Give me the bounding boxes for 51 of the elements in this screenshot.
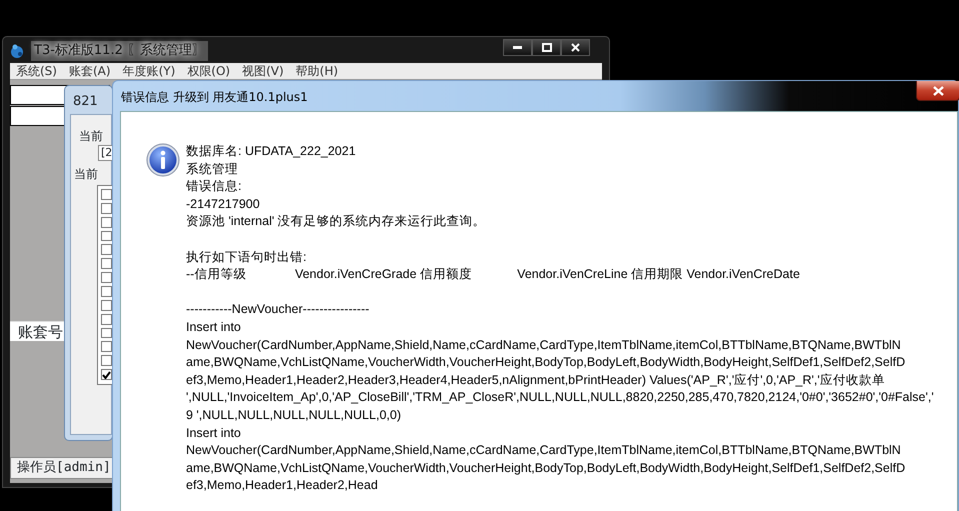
message-line: 执行如下语句时出错: xyxy=(186,248,306,266)
message-line: ef3,Memo,Header1,Header2,Header3,Header4,Header5,nAlignment,bPrintHeader) Values('AP_R','应付',0,'AP_R','应付收款单 xyxy=(186,372,885,389)
message-line: ',NULL,'InvoiceItem_Ap',0,'AP_CloseBill','TRM_AP_CloseR',NULL,NULL,NULL,8820,2250,285,470,7820,2124,'0#0','3652#0','0#False',' xyxy=(186,389,934,406)
field-label: 当前 xyxy=(74,166,98,183)
message-line: ef3,Memo,Header1,Header2,Head xyxy=(186,477,378,494)
checkbox[interactable] xyxy=(101,202,112,214)
checkbox[interactable] xyxy=(101,258,112,270)
checkbox[interactable] xyxy=(101,341,112,352)
message-line: Insert into xyxy=(186,318,241,336)
window-title: T3-标准版11.2 〖系统管理〗 xyxy=(31,41,208,60)
menu-item[interactable]: 帮助(H) xyxy=(290,64,344,78)
checkbox[interactable] xyxy=(101,355,112,366)
menu-item[interactable]: 权限(O) xyxy=(181,64,236,78)
message-line: 数据库名: UFDATA_222_2021 xyxy=(186,143,356,160)
message-line: Insert into xyxy=(186,424,241,442)
message-line: 9 ',NULL,NULL,NULL,NULL,NULL,0,0) xyxy=(186,406,401,424)
menu-item[interactable]: 视图(V) xyxy=(236,64,290,78)
minimize-button[interactable] xyxy=(503,39,532,56)
message-line: 资源池 'internal' 没有足够的系统内存来运行此查询。 xyxy=(186,213,486,230)
checkbox[interactable] xyxy=(101,286,112,297)
dialog-title: 821 xyxy=(73,93,98,111)
message-line: -----------NewVoucher---------------- xyxy=(186,301,370,318)
checkbox[interactable] xyxy=(101,216,112,228)
window-title: 错误信息 升级到 用友通10.1plus1 xyxy=(121,89,308,106)
message-line: 系统管理 xyxy=(186,160,238,178)
close-icon xyxy=(571,43,580,52)
field-label: 当前 xyxy=(79,128,103,145)
menu-item[interactable]: 年度账(Y) xyxy=(116,64,182,78)
menu-item[interactable]: 账套(A) xyxy=(62,64,117,78)
minimize-icon xyxy=(513,46,522,49)
close-button[interactable] xyxy=(916,81,959,101)
message-line: 错误信息: xyxy=(186,178,242,196)
input-field[interactable]: [2 xyxy=(98,145,113,161)
message-line: --信用等级 Vendor.iVenCreGrade 信用额度 Vendor.iVenCreLine 信用期限 Vendor.iVenCreDate xyxy=(186,266,800,284)
checkbox[interactable] xyxy=(101,244,112,256)
info-icon xyxy=(146,143,180,177)
close-icon xyxy=(932,86,944,96)
menu-item[interactable]: 系统(S) xyxy=(10,64,63,78)
maximize-icon xyxy=(542,43,552,52)
checkbox[interactable] xyxy=(101,314,112,325)
checkbox[interactable] xyxy=(101,300,112,311)
close-button[interactable] xyxy=(561,39,590,56)
checkbox[interactable] xyxy=(101,272,112,284)
message-line: ame,BWQName,VchListQName,VoucherWidth,VoucherHeight,BodyTop,BodyLeft,BodyWidth,BodyHeight,SelfDef1,SelfDef2,SelfD xyxy=(186,354,906,372)
maximize-button[interactable] xyxy=(532,39,561,56)
checkbox[interactable] xyxy=(101,189,112,200)
message-line: -2147217900 xyxy=(186,196,260,213)
message-line: NewVoucher(CardNumber,AppName,Shield,Name,cCardName,CardType,ItemTblName,itemCol,BTTblName,BTQName,BWTblN xyxy=(186,442,901,460)
app-logo-icon xyxy=(9,43,25,59)
checkbox[interactable] xyxy=(101,369,112,380)
message-line: NewVoucher(CardNumber,AppName,Shield,Name,cCardName,CardType,ItemTblName,itemCol,BTTblName,BTQName,BWTblN xyxy=(186,336,901,354)
